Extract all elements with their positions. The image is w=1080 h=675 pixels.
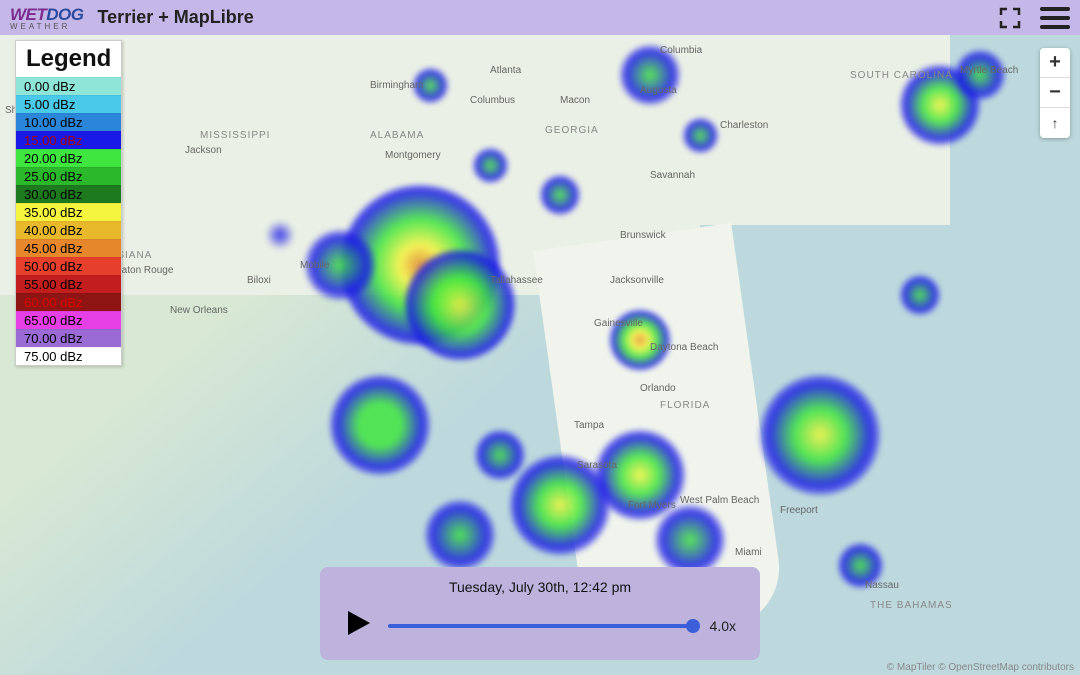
city-label: Brunswick (620, 230, 666, 241)
radar-echo (540, 175, 580, 215)
legend-item: 30.00 dBz (16, 185, 121, 203)
state-label: GEORGIA (545, 125, 599, 136)
legend-item: 40.00 dBz (16, 221, 121, 239)
header-right (998, 6, 1070, 30)
city-label: Baton Rouge (115, 265, 173, 276)
legend-item: 35.00 dBz (16, 203, 121, 221)
zoom-in-button[interactable]: + (1040, 48, 1070, 78)
city-label: Columbia (660, 45, 702, 56)
city-label: Tampa (574, 420, 604, 431)
radar-echo (760, 375, 880, 495)
legend-item: 75.00 dBz (16, 347, 121, 365)
city-label: Charleston (720, 120, 768, 131)
legend-title: Legend (16, 41, 121, 77)
city-label: New Orleans (170, 305, 228, 316)
legend-item: 5.00 dBz (16, 95, 121, 113)
radar-echo (900, 275, 940, 315)
radar-echo (655, 505, 725, 575)
city-label: Tallahassee (490, 275, 543, 286)
legend-item: 10.00 dBz (16, 113, 121, 131)
time-slider[interactable] (388, 624, 694, 628)
map-attribution: © MapTiler © OpenStreetMap contributors (887, 662, 1074, 673)
city-label: Gainesville (594, 318, 643, 329)
legend-item: 50.00 dBz (16, 257, 121, 275)
state-label: FLORIDA (660, 400, 710, 411)
reset-bearing-button[interactable]: ↑ (1040, 108, 1070, 138)
app-header: WETDOG WEATHER Terrier + MapLibre (0, 0, 1080, 35)
city-label: Fort Myers (628, 500, 676, 511)
fullscreen-icon[interactable] (998, 6, 1022, 30)
legend-item: 55.00 dBz (16, 275, 121, 293)
legend-item: 0.00 dBz (16, 77, 121, 95)
radar-echo (475, 430, 525, 480)
legend-item: 20.00 dBz (16, 149, 121, 167)
city-label: Biloxi (247, 275, 271, 286)
header-left: WETDOG WEATHER Terrier + MapLibre (10, 5, 254, 31)
state-label: SOUTH CAROLINA (850, 70, 953, 81)
city-label: Freeport (780, 505, 818, 516)
play-button[interactable] (344, 609, 372, 642)
legend-item: 65.00 dBz (16, 311, 121, 329)
city-label: Birmingham (370, 80, 423, 91)
page-title: Terrier + MapLibre (98, 7, 254, 28)
city-label: Macon (560, 95, 590, 106)
radar-echo (330, 375, 430, 475)
logo[interactable]: WETDOG WEATHER (10, 5, 84, 31)
radar-echo (425, 500, 495, 570)
radar-echo (473, 148, 508, 183)
player-timestamp: Tuesday, July 30th, 12:42 pm (344, 579, 736, 595)
state-label: THE BAHAMAS (870, 600, 953, 611)
legend-item: 45.00 dBz (16, 239, 121, 257)
legend-item: 70.00 dBz (16, 329, 121, 347)
city-label: Orlando (640, 383, 676, 394)
logo-dog: DOG (46, 5, 83, 24)
city-label: Myrtle Beach (960, 65, 1018, 76)
zoom-controls: + − ↑ (1040, 48, 1070, 138)
radar-echo (683, 118, 718, 153)
city-label: Savannah (650, 170, 695, 181)
city-label: Sarasota (577, 460, 617, 471)
city-label: Augusta (640, 85, 677, 96)
radar-echo (405, 250, 515, 360)
city-label: Jacksonville (610, 275, 664, 286)
city-label: Montgomery (385, 150, 441, 161)
city-label: Atlanta (490, 65, 521, 76)
state-label: MISSISSIPPI (200, 130, 270, 141)
city-label: Columbus (470, 95, 515, 106)
logo-wet: WET (10, 5, 46, 24)
city-label: West Palm Beach (680, 495, 759, 506)
city-label: Miami (735, 547, 762, 558)
city-label: Mobile (300, 260, 329, 271)
legend-item: 25.00 dBz (16, 167, 121, 185)
legend-item: 60.00 dBz (16, 293, 121, 311)
city-label: Jackson (185, 145, 222, 156)
hamburger-menu-icon[interactable] (1040, 7, 1070, 29)
slider-thumb[interactable] (686, 619, 700, 633)
animation-player: Tuesday, July 30th, 12:42 pm 4.0x (320, 567, 760, 660)
legend-item: 15.00 dBz (16, 131, 121, 149)
player-controls: 4.0x (344, 609, 736, 642)
zoom-out-button[interactable]: − (1040, 78, 1070, 108)
legend-panel: Legend 0.00 dBz5.00 dBz10.00 dBz15.00 dB… (15, 40, 122, 366)
state-label: ALABAMA (370, 130, 424, 141)
city-label: Nassau (865, 580, 899, 591)
radar-echo (265, 220, 295, 250)
playback-speed[interactable]: 4.0x (710, 618, 736, 634)
city-label: Daytona Beach (650, 342, 718, 353)
